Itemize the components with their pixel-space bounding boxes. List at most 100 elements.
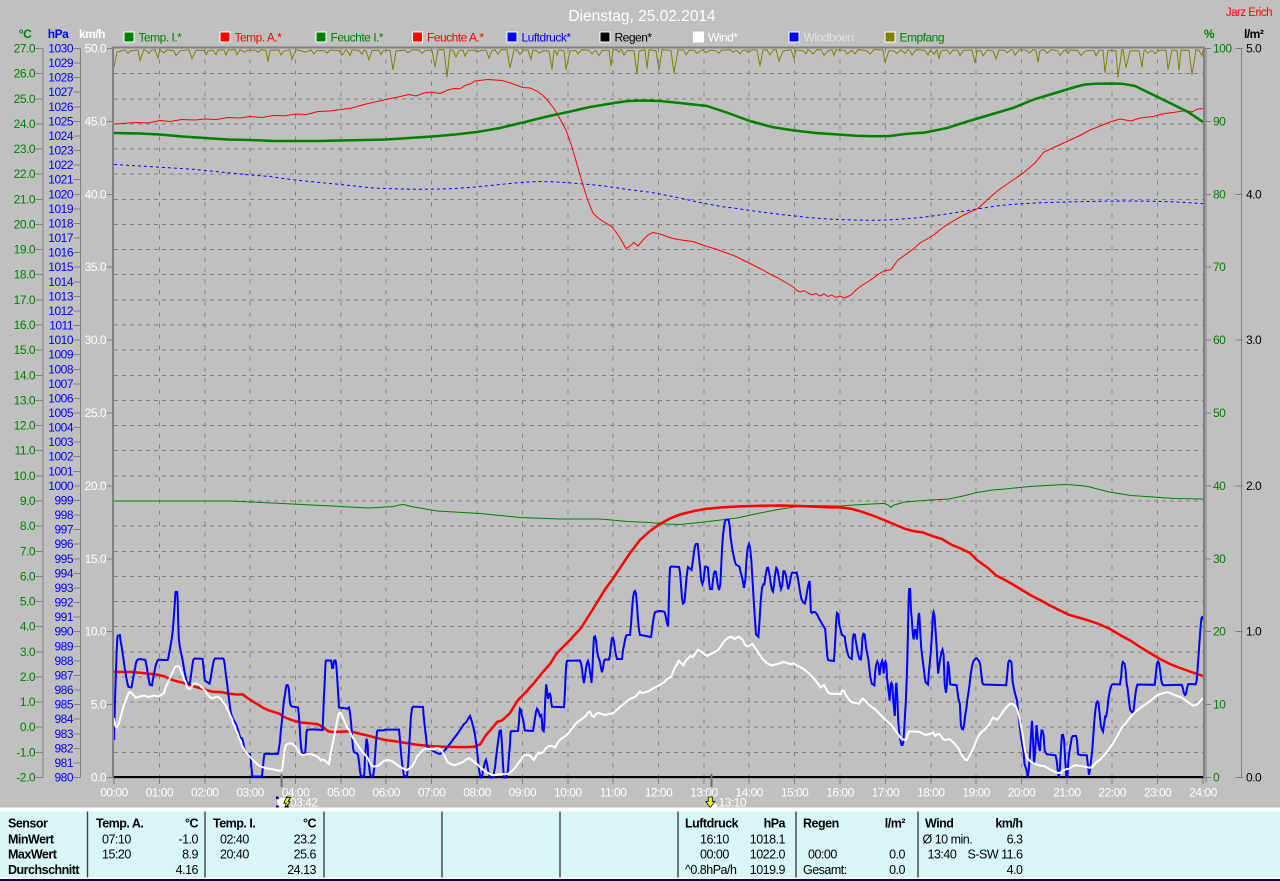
svg-text:4.0: 4.0: [1007, 863, 1023, 877]
svg-text:981: 981: [54, 756, 73, 770]
svg-text:8.0: 8.0: [20, 519, 36, 533]
svg-text:1014: 1014: [48, 275, 74, 289]
svg-text:4.0: 4.0: [20, 620, 36, 634]
svg-text:MinWert: MinWert: [8, 833, 55, 847]
svg-text:24.13: 24.13: [287, 863, 316, 877]
svg-text:6.0: 6.0: [20, 569, 36, 583]
svg-text:10.0: 10.0: [14, 469, 36, 483]
svg-text:2.0: 2.0: [1246, 479, 1262, 493]
svg-text:1019: 1019: [48, 202, 74, 216]
svg-text:-2.0: -2.0: [16, 771, 36, 785]
svg-text:1027: 1027: [48, 85, 74, 99]
svg-text:984: 984: [54, 712, 73, 726]
svg-text:Temp. I.: Temp. I.: [213, 817, 255, 831]
svg-text:1030: 1030: [48, 42, 74, 56]
svg-text:0.0: 0.0: [20, 720, 36, 734]
svg-text:00:00: 00:00: [808, 848, 837, 862]
svg-text:22.0: 22.0: [14, 167, 36, 181]
svg-text:5.0: 5.0: [91, 698, 107, 712]
svg-text:15.0: 15.0: [14, 343, 36, 357]
svg-text:11:00: 11:00: [600, 786, 627, 800]
svg-text:70: 70: [1213, 260, 1226, 274]
svg-text:°C: °C: [19, 27, 32, 41]
svg-text:1015: 1015: [48, 260, 74, 274]
svg-text:Empfang: Empfang: [900, 31, 945, 45]
svg-text:988: 988: [54, 654, 73, 668]
svg-text:0.0: 0.0: [889, 848, 905, 862]
svg-text:23:00: 23:00: [1144, 786, 1172, 800]
svg-text:25.6: 25.6: [294, 848, 317, 862]
svg-text:22:00: 22:00: [1098, 786, 1126, 800]
svg-text:10:00: 10:00: [554, 786, 582, 800]
svg-text:982: 982: [54, 741, 73, 755]
svg-text:1029: 1029: [48, 56, 74, 70]
svg-text:°C: °C: [185, 817, 198, 831]
svg-text:12:00: 12:00: [645, 786, 673, 800]
svg-text:20:40: 20:40: [220, 848, 249, 862]
svg-text:1002: 1002: [48, 450, 74, 464]
svg-text:9.0: 9.0: [20, 494, 36, 508]
svg-text:-1.0: -1.0: [16, 745, 36, 759]
svg-text:-1.0: -1.0: [178, 833, 198, 847]
svg-text:06:00: 06:00: [372, 786, 400, 800]
svg-text:17.0: 17.0: [14, 293, 36, 307]
svg-text:4.0: 4.0: [1246, 187, 1262, 201]
svg-text:1011: 1011: [49, 319, 74, 333]
svg-text:999: 999: [54, 494, 73, 508]
svg-text:Temp. I.*: Temp. I.*: [139, 31, 183, 45]
svg-text:40.0: 40.0: [85, 187, 107, 201]
svg-text:992: 992: [54, 596, 73, 610]
svg-text:Durchschnitt: Durchschnitt: [8, 863, 80, 877]
svg-text:07:00: 07:00: [418, 786, 446, 800]
svg-text:11.0: 11.0: [15, 444, 36, 458]
svg-text:1008: 1008: [48, 362, 74, 376]
svg-text:5.0: 5.0: [20, 595, 36, 609]
svg-text:13:00: 13:00: [690, 786, 718, 800]
svg-text:2.0: 2.0: [20, 670, 36, 684]
svg-text:13:40: 13:40: [928, 848, 957, 862]
svg-text:1.0: 1.0: [20, 695, 36, 709]
svg-text:1001: 1001: [48, 464, 74, 478]
svg-text:%: %: [1204, 27, 1215, 41]
svg-text:20.0: 20.0: [14, 218, 36, 232]
svg-text:985: 985: [54, 698, 73, 712]
svg-text:1026: 1026: [48, 100, 74, 114]
svg-text:1022: 1022: [48, 158, 74, 172]
svg-text:1018: 1018: [48, 217, 74, 231]
svg-text:Gesamt:: Gesamt:: [803, 863, 847, 877]
svg-text:1019.9: 1019.9: [750, 863, 786, 877]
svg-text:983: 983: [54, 727, 73, 741]
svg-text:40: 40: [1213, 479, 1226, 493]
svg-text:03:00: 03:00: [236, 786, 264, 800]
svg-text:07:10: 07:10: [102, 833, 131, 847]
svg-text:19.0: 19.0: [14, 243, 36, 257]
svg-text:25.0: 25.0: [14, 92, 36, 106]
svg-text:16.0: 16.0: [14, 318, 36, 332]
svg-text:26.0: 26.0: [14, 67, 36, 81]
svg-text:987: 987: [54, 668, 73, 682]
svg-text:7.0: 7.0: [20, 544, 36, 558]
svg-text:16:10: 16:10: [700, 833, 729, 847]
svg-text:1016: 1016: [48, 246, 74, 260]
svg-text:1013: 1013: [48, 289, 74, 303]
svg-text:1024: 1024: [48, 129, 74, 143]
svg-text:hPa: hPa: [48, 27, 69, 41]
svg-text:Temp. A.*: Temp. A.*: [235, 31, 283, 45]
svg-text:0.0: 0.0: [91, 771, 107, 785]
svg-text:994: 994: [54, 566, 73, 580]
svg-text:19:00: 19:00: [962, 786, 990, 800]
svg-text:993: 993: [54, 581, 73, 595]
svg-text:80: 80: [1213, 187, 1226, 201]
svg-text:13.0: 13.0: [14, 393, 36, 407]
svg-text:90: 90: [1213, 114, 1226, 128]
svg-text:Feuchte I.*: Feuchte I.*: [331, 31, 384, 45]
svg-text:1021: 1021: [48, 173, 74, 187]
svg-text:18:00: 18:00: [917, 786, 945, 800]
svg-text:15:00: 15:00: [781, 786, 809, 800]
svg-text:Wind*: Wind*: [708, 31, 738, 45]
svg-text:10.0: 10.0: [85, 625, 107, 639]
svg-text:24.0: 24.0: [14, 117, 36, 131]
svg-text:5.0: 5.0: [1246, 42, 1262, 56]
svg-text:1012: 1012: [48, 304, 74, 318]
svg-text:12.0: 12.0: [14, 419, 36, 433]
